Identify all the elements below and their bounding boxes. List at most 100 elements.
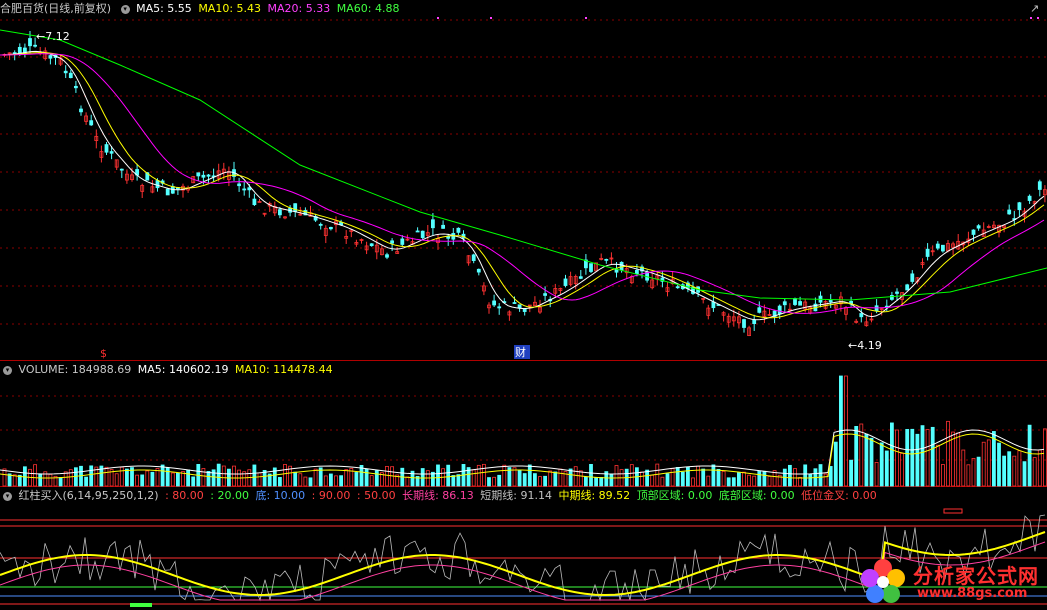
signal-dot [1030,17,1032,19]
candle-body [752,319,757,325]
candle-body [242,188,247,191]
volume-bar [986,439,991,487]
volume-bar [650,474,655,487]
candle-body [742,319,746,328]
volume-bar [716,469,721,487]
candle-body [89,120,94,126]
candle-body [1027,195,1032,201]
volume-bar [895,429,899,487]
candle-body [48,55,53,59]
candle-body [400,238,405,245]
volume-bar [925,429,930,487]
volume-bar [492,476,497,487]
candle-body [1017,202,1022,211]
volume-bar [869,437,874,487]
high-price-label: ←7.12 [36,30,70,43]
volume-bar [543,475,547,487]
candle-body [619,261,624,271]
volume-bar [767,476,772,487]
volume-bar [170,472,175,487]
volume-bar [798,477,802,487]
candle-body [798,301,802,306]
volume-bar [589,464,593,487]
volume-bar [584,476,588,487]
volume-bar [640,471,644,487]
watermark-url: www.88gs.com [917,586,1028,601]
candle-body [512,302,517,304]
volume-bar [216,463,221,487]
volume-bar [742,471,746,487]
candle-body [63,70,68,74]
bottom-zone-bar [130,603,152,607]
volume-bar [910,428,915,487]
volume-bar [145,470,150,487]
volume-bar [665,473,670,487]
volume-bar [497,474,502,487]
volume-bar [578,470,583,487]
volume-bar [533,473,537,487]
volume-bar [992,431,996,487]
candle-body [563,278,568,286]
finance-marker: 财 [515,345,526,359]
volume-bar [680,471,685,487]
volume-bar [33,464,37,487]
volume-bar [935,444,940,487]
volume-bar [599,477,604,487]
volume-bar [1032,457,1037,487]
volume-bar [293,471,298,487]
signal-dot [490,17,492,19]
candle-body [522,308,527,312]
candle-body [109,151,114,154]
volume-bar [119,466,124,487]
low-price-label: ←4.19 [848,339,882,352]
signal-dot [585,17,587,19]
volume-bar [726,477,731,487]
volume-bar [140,474,145,487]
candle-body [247,187,252,191]
volume-bar [609,473,614,487]
volume-bar [191,476,196,487]
volume-bar [68,469,73,487]
top-zone-marker [943,508,963,514]
volume-bar [691,477,695,487]
volume-bar [369,475,374,487]
volume-bar [283,464,287,487]
volume-bar [721,470,726,487]
volume-bar [874,461,879,487]
candle-body [782,301,787,306]
volume-bar [548,470,553,487]
candle-body [604,258,609,261]
volume-bar [334,475,338,487]
volume-bar [558,468,563,487]
volume-bar [1017,450,1022,487]
volume-bar [420,468,425,487]
volume-bar [747,474,751,487]
candle-body [369,243,374,247]
volume-bar [823,473,828,487]
signal-dot [1037,17,1039,19]
watermark-brand: 分析家公式网 [913,564,1039,588]
volume-bar [757,470,762,487]
volume-bar [339,475,344,487]
volume-bar [645,469,649,487]
volume-bar [997,442,1001,487]
volume-bar [150,471,155,487]
volume-bar [956,432,961,487]
stock-chart[interactable]: ←7.12 ←4.19 $ 财 ↗ [0,0,1047,610]
candle-body [589,263,593,272]
volume-bar [374,470,379,487]
volume-bar [890,422,894,487]
volume-bar [1037,449,1042,487]
volume-bar [706,475,711,487]
volume-bar [884,450,889,487]
candle-body [976,225,981,229]
volume-bar [135,474,140,487]
candle-body [165,188,170,196]
volume-bar [471,469,476,487]
volume-bar [859,423,864,487]
volume-bar [175,472,180,487]
volume-bar [451,475,456,487]
volume-bar [517,469,522,487]
volume-bar [686,466,690,487]
volume-bar [344,469,349,487]
